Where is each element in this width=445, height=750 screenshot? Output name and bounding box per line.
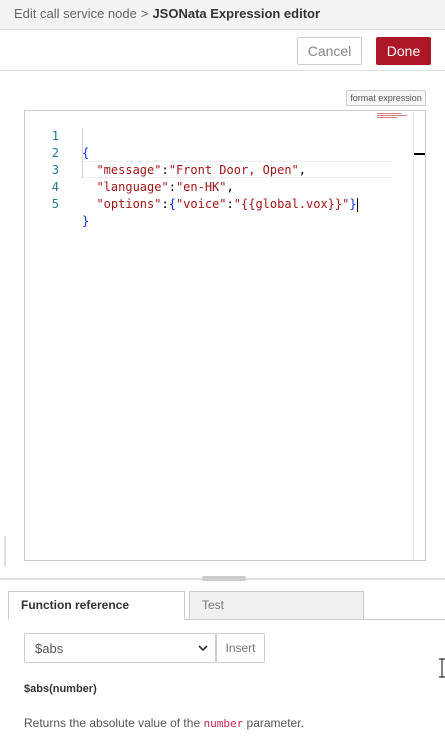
mouse-text-cursor-icon bbox=[439, 658, 445, 678]
function-description: Returns the absolute value of the number… bbox=[24, 716, 304, 730]
splitter-drag-handle[interactable] bbox=[202, 576, 246, 581]
chevron-down-icon bbox=[198, 645, 208, 652]
text-caret bbox=[356, 197, 358, 212]
code-brace: } bbox=[82, 214, 90, 228]
code-brace: } bbox=[349, 197, 357, 211]
cancel-button[interactable]: Cancel bbox=[297, 37, 362, 65]
page-title: JSONata Expression editor bbox=[152, 6, 321, 21]
breadcrumb-parent[interactable]: Edit call service node bbox=[14, 6, 137, 21]
json-key: "options" bbox=[96, 197, 162, 211]
code-editor[interactable]: 1 { 2 "message":"Front Door, Open", 3 "l… bbox=[24, 110, 426, 561]
cursor-position-marker bbox=[414, 153, 425, 155]
line-number: 5 bbox=[51, 197, 59, 211]
json-key: "voice" bbox=[175, 197, 227, 211]
tab-function-reference[interactable]: Function reference bbox=[8, 591, 185, 620]
code-line[interactable]: 4 "options":{"voice":"{{global.vox}}"} bbox=[25, 162, 425, 212]
reference-tabs: Function reference Test bbox=[8, 591, 445, 620]
function-signature: $abs(number) bbox=[24, 683, 97, 695]
code-line[interactable]: 5 } bbox=[25, 179, 425, 228]
selected-function: $abs bbox=[35, 640, 64, 656]
tab-test[interactable]: Test bbox=[189, 591, 364, 620]
expression-editor-tray: Edit call service node > JSONata Expressio… bbox=[0, 0, 445, 750]
tray-header: Edit call service node > JSONata Expressio… bbox=[0, 0, 445, 30]
format-expression-button[interactable]: format expression bbox=[346, 90, 426, 106]
code-line[interactable]: 2 "message":"Front Door, Open", bbox=[25, 128, 425, 177]
function-select[interactable]: $abs bbox=[24, 633, 216, 663]
tray-toolbar: Cancel Done bbox=[0, 31, 445, 71]
done-button[interactable]: Done bbox=[376, 37, 431, 65]
editor-scrollbar-track[interactable] bbox=[413, 111, 414, 560]
insert-button[interactable]: Insert bbox=[216, 633, 265, 663]
code-line[interactable]: 1 { bbox=[25, 111, 425, 160]
editor-minimap[interactable] bbox=[377, 113, 413, 121]
breadcrumb-separator: > bbox=[140, 6, 149, 21]
json-value: "{{global.vox}}" bbox=[233, 197, 350, 211]
tray-resize-edge[interactable] bbox=[4, 536, 6, 566]
parameter-name: number bbox=[203, 717, 244, 730]
code-line[interactable]: 3 "language":"en-HK", bbox=[25, 145, 425, 194]
code-brace: { bbox=[168, 197, 176, 211]
